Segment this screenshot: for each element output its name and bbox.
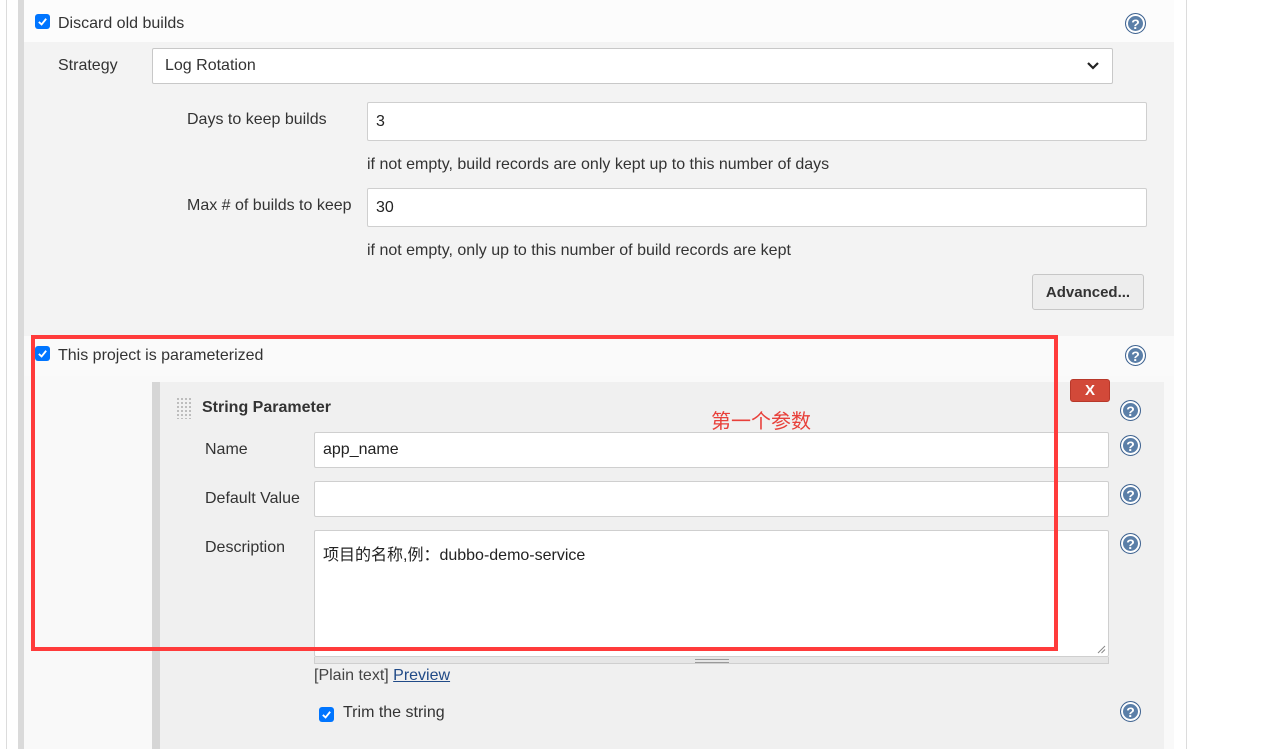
days-to-keep-input[interactable]: 3 [367, 102, 1147, 141]
discard-old-builds-checkbox[interactable] [35, 14, 50, 29]
help-icon[interactable]: ? [1120, 484, 1141, 505]
help-icon[interactable]: ? [1120, 400, 1141, 421]
help-icon[interactable]: ? [1120, 533, 1141, 554]
strategy-select-value: Log Rotation [165, 57, 256, 74]
help-icon[interactable]: ? [1120, 435, 1141, 456]
trim-string-label: Trim the string [343, 704, 445, 721]
help-icon[interactable]: ? [1125, 13, 1146, 34]
strategy-select[interactable]: Log Rotation [152, 48, 1113, 84]
grip-lines-icon [695, 659, 729, 663]
days-to-keep-value: 3 [376, 112, 385, 130]
delete-parameter-button[interactable]: X [1070, 379, 1110, 402]
resize-corner-icon[interactable] [1097, 645, 1106, 654]
days-to-keep-hint: if not empty, build records are only kep… [367, 156, 830, 173]
annotation-text: 第一个参数 [711, 411, 811, 433]
max-builds-hint: if not empty, only up to this number of … [367, 242, 791, 259]
chevron-down-icon [1087, 62, 1099, 70]
page-left-border [6, 0, 7, 749]
help-icon[interactable]: ? [1125, 345, 1146, 366]
help-icon[interactable]: ? [1120, 701, 1141, 722]
annotation-highlight-box [31, 335, 1058, 651]
strategy-label: Strategy [58, 57, 118, 74]
max-builds-input[interactable]: 30 [367, 188, 1147, 227]
trim-string-checkbox[interactable] [319, 707, 334, 722]
preview-link[interactable]: Preview [393, 667, 450, 684]
discard-row [24, 0, 1174, 42]
checkmark-icon [322, 711, 331, 719]
discard-old-builds-label: Discard old builds [58, 15, 185, 32]
checkmark-icon [38, 18, 47, 26]
advanced-button[interactable]: Advanced... [1032, 274, 1144, 310]
days-to-keep-label: Days to keep builds [187, 111, 327, 128]
max-builds-label: Max # of builds to keep [187, 197, 352, 214]
max-builds-value: 30 [376, 198, 394, 216]
plain-text-indicator: [Plain text] Preview [314, 667, 450, 685]
page-right-border [1186, 0, 1187, 749]
plain-text-label: [Plain text] [314, 667, 389, 684]
